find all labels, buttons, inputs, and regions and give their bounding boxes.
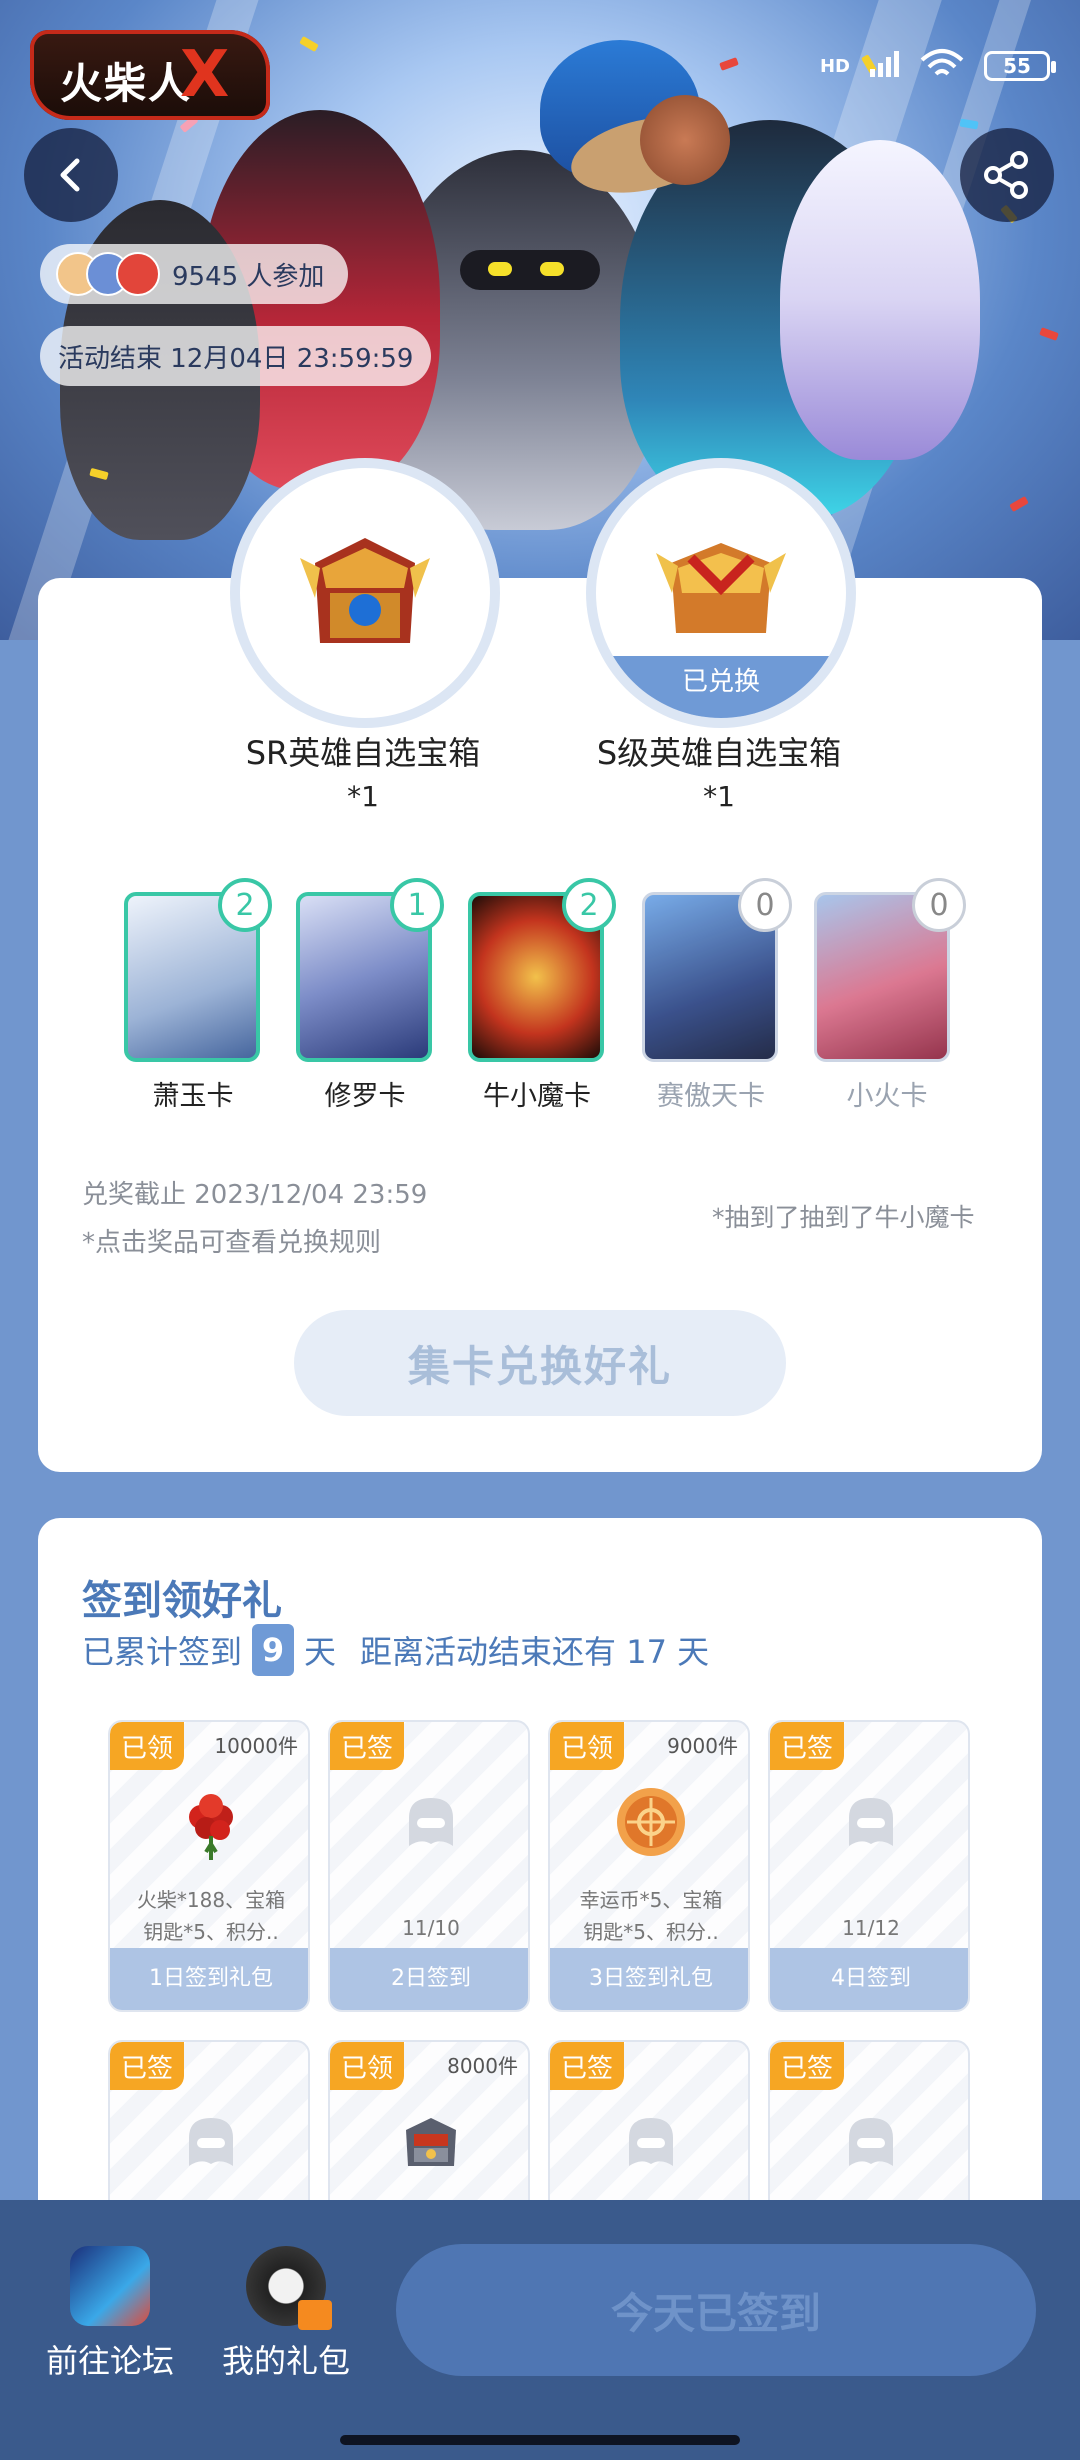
checked-in-button[interactable]: 今天已签到 (396, 2244, 1036, 2376)
ghost-icon (849, 1798, 893, 1846)
redeem-button[interactable]: 集卡兑换好礼 (294, 1310, 786, 1416)
signed-tag: 已签 (770, 1722, 844, 1770)
signed-tag: 已签 (550, 2042, 624, 2090)
ghost-icon (409, 1798, 453, 1846)
signin-tile-day4[interactable]: 已签 11/12 4日签到 (768, 1720, 970, 2012)
wifi-icon (920, 48, 964, 84)
reward-desc: 钥匙*5、积分.. (583, 1920, 719, 1944)
prize-name: S级英雄自选宝箱 (596, 734, 842, 772)
battery-indicator: 55 (984, 51, 1056, 81)
tile-footer: 4日签到 (770, 1948, 968, 2010)
signed-tag: 已签 (110, 2042, 184, 2090)
signin-progress: 已累计签到 9 天 距离活动结束还有 17 天 (82, 1624, 709, 1676)
tile-footer: 2日签到 (330, 1948, 528, 2010)
card-label: 小火卡 (846, 1081, 928, 1112)
card-label: 萧玉卡 (152, 1081, 234, 1112)
reward-desc: 幸运币*5、宝箱 (579, 1888, 723, 1912)
prize-s-chest[interactable]: 已兑换 (596, 468, 846, 718)
tile-footer: 1日签到礼包 (110, 1948, 308, 2010)
signin-prefix: 已累计签到 (82, 1633, 243, 1671)
chest-icon (406, 2118, 456, 2166)
participants-count: 9545 人参加 (172, 261, 325, 292)
reward-desc: 钥匙*5、积分.. (143, 1920, 279, 1944)
signed-tag: 已签 (330, 1722, 404, 1770)
card-label: 修罗卡 (324, 1081, 406, 1112)
logo-text: 火柴人 (60, 59, 193, 108)
forum-nav[interactable]: 前往论坛 (20, 2236, 200, 2380)
game-logo: 火柴人 X (30, 30, 270, 120)
forum-label: 前往论坛 (45, 2342, 174, 2380)
prize-qty: *1 (347, 780, 379, 813)
my-gifts-label: 我的礼包 (221, 2342, 350, 2380)
sr-chest-icon (300, 538, 430, 643)
signin-title: 签到领好礼 (82, 1578, 282, 1624)
card-count-badge: 0 (738, 878, 792, 932)
signin-tile-day3[interactable]: 已领 9000件 幸运币*5、宝箱 钥匙*5、积分.. 3日签到礼包 (548, 1720, 750, 2012)
card-label: 赛傲天卡 (657, 1081, 765, 1112)
signin-remain: 距离活动结束还有 17 天 (360, 1633, 710, 1671)
stock-count: 9000件 (667, 1734, 738, 1758)
signal-icon (870, 51, 900, 81)
card-count-badge: 1 (390, 878, 444, 932)
logo-mark: X (180, 38, 230, 112)
coin-icon (617, 1788, 685, 1856)
claimed-tag: 已领 (330, 2042, 404, 2090)
my-gifts-nav[interactable]: 我的礼包 (196, 2236, 376, 2380)
prize-name: SR英雄自选宝箱 (245, 734, 481, 772)
draw-note: *抽到了抽到了牛小魔卡 (712, 1203, 975, 1232)
reward-desc: 火柴*188、宝箱 (136, 1888, 286, 1912)
prize-qty: *1 (703, 780, 735, 813)
stock-count: 10000件 (214, 1734, 298, 1758)
signed-tag: 已签 (770, 2042, 844, 2090)
card-count-badge: 2 (218, 878, 272, 932)
redeem-deadline: 兑奖截止 2023/12/04 23:59 (82, 1180, 428, 1210)
gift-icon (246, 2246, 332, 2330)
ghost-icon (849, 2118, 893, 2166)
card-count-badge: 0 (912, 878, 966, 932)
participants-pill: 9545 人参加 (40, 244, 349, 304)
status-bar: 火柴人 X HD 55 (0, 0, 1080, 130)
signin-days: 9 (252, 1624, 295, 1676)
prize-sr-chest[interactable] (240, 468, 490, 718)
stock-count: 8000件 (447, 2054, 518, 2078)
claimed-tag: 已领 (110, 1722, 184, 1770)
flower-icon (189, 1794, 233, 1860)
event-end-time: 活动结束 12月04日 23:59:59 (58, 343, 414, 374)
share-icon (984, 151, 1028, 199)
home-indicator (340, 2435, 740, 2445)
redeem-rule-note[interactable]: *点击奖品可查看兑换规则 (82, 1222, 381, 1259)
redeemed-badge: 已兑换 (596, 656, 846, 718)
forum-app-icon (70, 2246, 150, 2326)
claimed-tag: 已领 (550, 1722, 624, 1770)
event-end-pill: 活动结束 12月04日 23:59:59 (40, 326, 432, 386)
hero-art (780, 140, 980, 460)
tile-footer: 3日签到礼包 (550, 1948, 748, 2010)
chevron-left-icon (60, 158, 80, 192)
avatar (116, 252, 160, 296)
network-indicator: HD (819, 55, 850, 77)
signin-tile-day2[interactable]: 已签 11/10 2日签到 (328, 1720, 530, 2012)
signin-tile-day1[interactable]: 已领 10000件 火柴*188、宝箱 钥匙*5、积分.. 1日签到礼包 (108, 1720, 310, 2012)
card-count-badge: 2 (562, 878, 616, 932)
tile-date: 11/10 (402, 1916, 460, 1940)
card-label: 牛小魔卡 (483, 1081, 591, 1112)
tile-date: 11/12 (842, 1916, 900, 1940)
ghost-icon (189, 2118, 233, 2166)
back-button[interactable] (24, 128, 118, 222)
share-button[interactable] (960, 128, 1054, 222)
signin-unit: 天 (304, 1633, 337, 1671)
ghost-icon (629, 2118, 673, 2166)
